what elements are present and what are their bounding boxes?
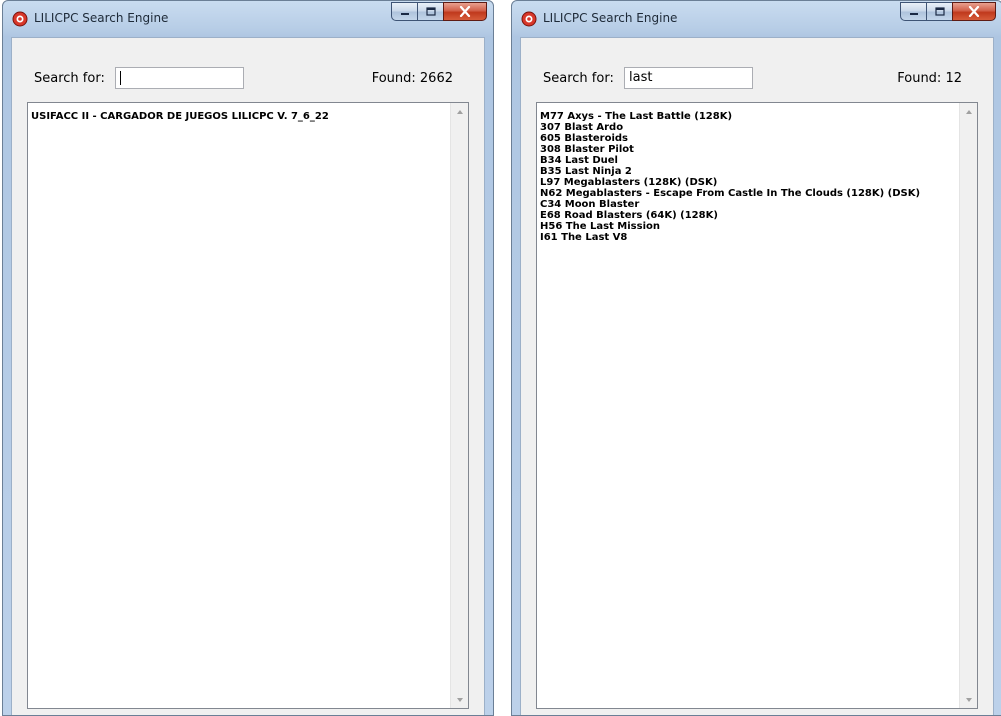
results-list[interactable]: USIFACC II - CARGADOR DE JUEGOS LILICPC … <box>27 102 469 709</box>
list-item[interactable]: I61 The Last V8 <box>540 232 955 243</box>
minimize-icon <box>909 12 918 15</box>
list-item[interactable]: 605 Blasteroids <box>540 133 955 144</box>
search-engine-window-left: LILICPC Search Engine Search for: Found:… <box>2 0 494 716</box>
close-button[interactable] <box>952 2 996 21</box>
window-title: LILICPC Search Engine <box>543 11 678 25</box>
list-item[interactable]: E68 Road Blasters (64K) (128K) <box>540 210 955 221</box>
maximize-icon <box>934 7 945 16</box>
close-button[interactable] <box>443 2 487 21</box>
list-item[interactable]: L97 Megablasters (128K) (DSK) <box>540 177 955 188</box>
search-input[interactable] <box>115 67 244 89</box>
vertical-scrollbar[interactable] <box>959 103 977 708</box>
close-icon <box>459 6 471 17</box>
list-item[interactable]: H56 The Last Mission <box>540 221 955 232</box>
scroll-up-arrow-icon <box>456 109 463 114</box>
close-icon <box>968 6 980 17</box>
minimize-button[interactable] <box>900 2 926 21</box>
window-title: LILICPC Search Engine <box>34 11 169 25</box>
list-item[interactable]: USIFACC II - CARGADOR DE JUEGOS LILICPC … <box>31 111 446 122</box>
maximize-icon <box>425 7 436 16</box>
vertical-scrollbar[interactable] <box>450 103 468 708</box>
found-count: Found: 12 <box>897 71 962 86</box>
window-client-area: Search for: Found: 2662 USIFACC II - CAR… <box>11 37 485 715</box>
window-controls <box>900 2 996 22</box>
scroll-down-arrow-icon <box>456 697 463 702</box>
list-item[interactable]: B34 Last Duel <box>540 155 955 166</box>
maximize-button[interactable] <box>417 2 443 21</box>
minimize-icon <box>400 12 409 15</box>
desktop-gap <box>495 0 509 716</box>
app-logo-icon <box>521 11 537 27</box>
scroll-down-button[interactable] <box>960 691 977 708</box>
list-item[interactable]: M77 Axys - The Last Battle (128K) <box>540 111 955 122</box>
list-item[interactable]: 307 Blast Ardo <box>540 122 955 133</box>
scroll-up-button[interactable] <box>451 103 468 120</box>
results-items: M77 Axys - The Last Battle (128K) 307 Bl… <box>540 111 955 243</box>
results-list[interactable]: M77 Axys - The Last Battle (128K) 307 Bl… <box>536 102 978 709</box>
results-items: USIFACC II - CARGADOR DE JUEGOS LILICPC … <box>31 111 446 122</box>
text-caret <box>120 71 121 85</box>
search-engine-window-right: LILICPC Search Engine Search for: last F… <box>511 0 1001 716</box>
list-item[interactable]: B35 Last Ninja 2 <box>540 166 955 177</box>
list-item[interactable]: N62 Megablasters - Escape From Castle In… <box>540 188 955 199</box>
search-input-value: last <box>629 70 653 85</box>
found-count: Found: 2662 <box>371 71 453 86</box>
scroll-up-arrow-icon <box>965 109 972 114</box>
maximize-button[interactable] <box>926 2 952 21</box>
search-label: Search for: <box>543 71 614 86</box>
title-bar[interactable]: LILICPC Search Engine <box>3 1 493 37</box>
list-item[interactable]: C34 Moon Blaster <box>540 199 955 210</box>
scroll-down-arrow-icon <box>965 697 972 702</box>
search-label: Search for: <box>34 71 105 86</box>
scroll-up-button[interactable] <box>960 103 977 120</box>
app-logo-icon <box>12 11 28 27</box>
window-client-area: Search for: last Found: 12 M77 Axys - Th… <box>520 37 994 715</box>
scroll-down-button[interactable] <box>451 691 468 708</box>
list-item[interactable]: 308 Blaster Pilot <box>540 144 955 155</box>
title-bar[interactable]: LILICPC Search Engine <box>512 1 1001 37</box>
minimize-button[interactable] <box>391 2 417 21</box>
search-input[interactable]: last <box>624 67 753 89</box>
window-controls <box>391 2 487 22</box>
